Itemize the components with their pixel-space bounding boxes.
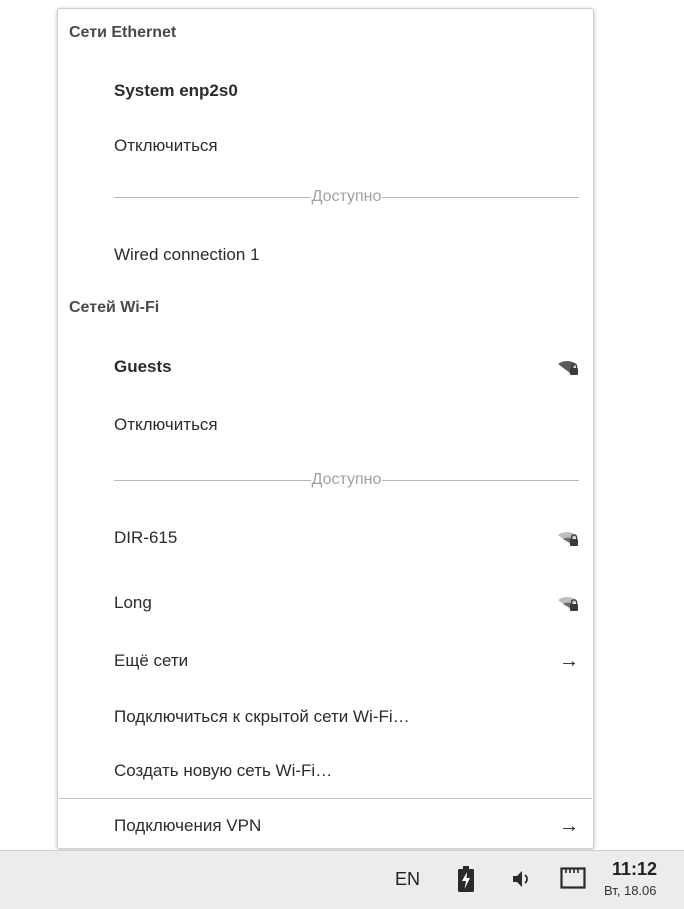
wifi-active-label: Guests (114, 357, 172, 376)
connect-hidden-network-item[interactable]: Подключиться к скрытой сети Wi-Fi… (58, 697, 593, 737)
wifi-available-separator: Доступно (114, 470, 580, 490)
clock-date[interactable]: Вт, 18.06 (604, 883, 657, 898)
wifi-section-header: Сетей Wi-Fi (58, 288, 593, 328)
ethernet-disconnect-label: Отключиться (114, 136, 218, 155)
ethernet-section-header: Сети Ethernet (58, 13, 593, 53)
create-wifi-network-label: Создать новую сеть Wi-Fi… (114, 761, 333, 780)
wifi-header-label: Сетей Wi-Fi (69, 299, 160, 316)
vpn-connections-item[interactable]: Подключения VPN → (58, 806, 593, 846)
arrow-right-icon: → (559, 649, 579, 672)
ethernet-active-label: System enp2s0 (114, 81, 238, 100)
ethernet-disconnect-item[interactable]: Отключиться (58, 126, 593, 166)
wifi-available-label: Доступно (311, 471, 382, 488)
ethernet-available-item-label: Wired connection 1 (114, 245, 260, 264)
menu-divider (59, 798, 592, 799)
keyboard-layout-indicator[interactable]: EN (395, 869, 420, 890)
battery-charging-icon[interactable] (458, 866, 474, 892)
wifi-network-item[interactable]: Long (58, 583, 593, 623)
wifi-active-connection[interactable]: Guests (58, 347, 593, 387)
more-networks-label: Ещё сети (114, 651, 189, 670)
ethernet-header-label: Сети Ethernet (69, 24, 177, 41)
taskbar: EN 11:12 Вт, 18.06 (0, 850, 684, 909)
wifi-disconnect-label: Отключиться (114, 415, 218, 434)
create-wifi-network-item[interactable]: Создать новую сеть Wi-Fi… (58, 751, 593, 791)
more-networks-item[interactable]: Ещё сети → (58, 641, 593, 681)
connect-hidden-network-label: Подключиться к скрытой сети Wi-Fi… (114, 707, 410, 726)
wifi-disconnect-item[interactable]: Отключиться (58, 405, 593, 445)
ethernet-available-item[interactable]: Wired connection 1 (58, 235, 593, 275)
volume-icon[interactable] (512, 870, 534, 888)
ethernet-available-separator: Доступно (114, 187, 580, 207)
vpn-connections-label: Подключения VPN (114, 816, 262, 835)
wired-network-icon[interactable] (560, 867, 586, 889)
wifi-network-label: Long (114, 593, 152, 612)
wifi-network-item[interactable]: DIR-615 (58, 518, 593, 558)
wifi-secured-weak-icon (558, 597, 578, 611)
arrow-right-icon: → (559, 814, 579, 837)
wifi-secured-weak-icon (558, 532, 578, 546)
ethernet-active-connection[interactable]: System enp2s0 (58, 71, 593, 111)
ethernet-available-label: Доступно (311, 188, 382, 205)
network-menu: Сети Ethernet System enp2s0 Отключиться … (57, 8, 594, 849)
wifi-network-label: DIR-615 (114, 528, 178, 547)
clock-time[interactable]: 11:12 (612, 859, 657, 880)
wifi-secured-icon (558, 361, 578, 375)
